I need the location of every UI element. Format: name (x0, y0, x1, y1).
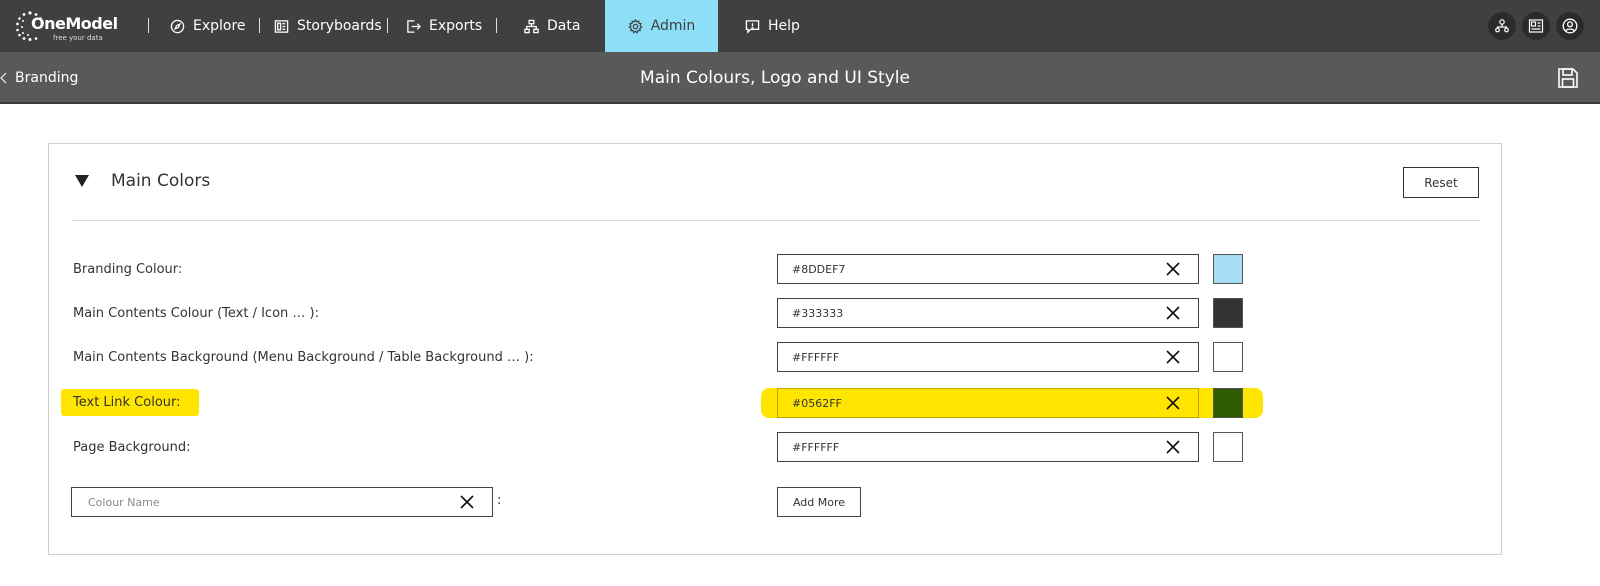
clear-icon[interactable] (1166, 306, 1180, 320)
nav-separator (148, 18, 149, 33)
nav-exports[interactable]: Exports (406, 0, 482, 52)
colour-name-input[interactable] (72, 488, 442, 516)
gallery-button[interactable] (1522, 12, 1550, 40)
main-contents-colour-label: Main Contents Colour (Text / Icon … ): (73, 306, 319, 321)
section-title: Main Colors (111, 171, 211, 191)
branding-colour-swatch[interactable] (1213, 254, 1243, 284)
nav-storyboards-label: Storyboards (297, 18, 382, 34)
export-icon (407, 19, 421, 33)
nav-data-label: Data (547, 18, 581, 34)
nav-admin[interactable]: Admin (605, 0, 718, 52)
hierarchy-icon (524, 19, 539, 33)
colour-name-colon: : (497, 493, 502, 508)
collapse-triangle-icon[interactable] (75, 175, 89, 187)
text-link-colour-swatch[interactable] (1213, 388, 1243, 418)
logo-tagline: free your data (53, 34, 103, 42)
page-background-field[interactable] (777, 432, 1199, 462)
add-more-button[interactable]: Add More (777, 487, 861, 517)
text-link-colour-label: Text Link Colour: (61, 389, 199, 416)
main-contents-colour-swatch[interactable] (1213, 298, 1243, 328)
top-navigation-bar: OneModel free your data Explore Storyboa… (0, 0, 1600, 52)
main-contents-background-swatch[interactable] (1213, 342, 1243, 372)
clear-icon[interactable] (1166, 396, 1180, 410)
main-contents-background-label: Main Contents Background (Menu Backgroun… (73, 350, 534, 365)
page-background-label: Page Background: (73, 440, 191, 455)
nav-admin-label: Admin (650, 18, 696, 34)
help-chat-icon (745, 19, 760, 34)
user-profile-button[interactable] (1556, 12, 1584, 40)
page-header: Branding Main Colours, Logo and UI Style (0, 52, 1600, 104)
storyboard-icon (274, 19, 289, 33)
clear-icon[interactable] (460, 495, 474, 509)
nav-separator (259, 18, 260, 33)
nav-data[interactable]: Data (524, 0, 580, 52)
org-chart-icon (1495, 19, 1509, 33)
text-link-colour-field[interactable] (777, 388, 1199, 418)
image-gallery-icon (1528, 19, 1544, 33)
org-chart-button[interactable] (1488, 12, 1516, 40)
nav-separator (496, 18, 497, 33)
nav-explore[interactable]: Explore (170, 0, 246, 52)
user-icon (1562, 18, 1578, 34)
branding-colour-input[interactable] (778, 255, 1148, 283)
nav-storyboards[interactable]: Storyboards (274, 0, 382, 52)
page-background-swatch[interactable] (1213, 432, 1243, 462)
main-contents-background-field[interactable] (777, 342, 1199, 372)
clear-icon[interactable] (1166, 262, 1180, 276)
main-colors-panel: Main Colors Reset Branding Colour: Main … (48, 143, 1502, 555)
main-contents-background-input[interactable] (778, 343, 1148, 371)
nav-help[interactable]: Help (745, 0, 800, 52)
compass-icon (170, 19, 185, 33)
page-title: Main Colours, Logo and UI Style (640, 68, 910, 88)
onemodel-logo[interactable]: OneModel free your data (14, 8, 129, 44)
text-link-colour-input[interactable] (778, 389, 1148, 417)
nav-explore-label: Explore (193, 18, 246, 34)
logo-brand-text: OneModel (31, 14, 118, 33)
clear-icon[interactable] (1166, 440, 1180, 454)
reset-button[interactable]: Reset (1403, 167, 1479, 198)
page-background-input[interactable] (778, 433, 1148, 461)
clear-icon[interactable] (1166, 350, 1180, 364)
colour-name-field[interactable] (71, 487, 493, 517)
text-link-colour-label-wrap: Text Link Colour: (61, 389, 199, 416)
branding-colour-field[interactable] (777, 254, 1199, 284)
save-icon[interactable] (1556, 66, 1580, 90)
main-contents-colour-field[interactable] (777, 298, 1199, 328)
section-divider (72, 220, 1480, 221)
branding-colour-label: Branding Colour: (73, 262, 183, 277)
main-contents-colour-input[interactable] (778, 299, 1148, 327)
nav-exports-label: Exports (429, 18, 483, 34)
nav-separator (387, 18, 388, 33)
nav-help-label: Help (768, 18, 800, 34)
gear-icon (628, 18, 643, 34)
